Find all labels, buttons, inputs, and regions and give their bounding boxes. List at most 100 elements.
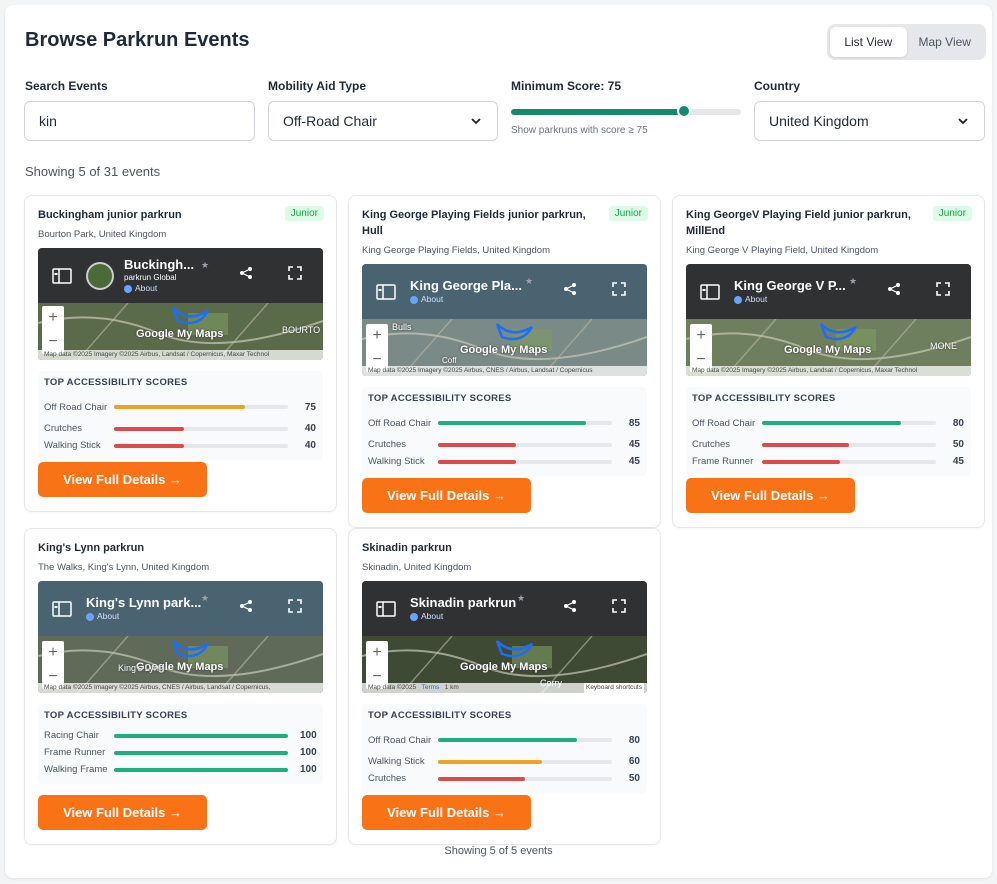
junior-badge: Junior: [608, 206, 648, 221]
info-icon: [86, 612, 94, 621]
score-bar-fill: [438, 776, 525, 781]
map-header: King George Pla... About ★: [362, 264, 647, 319]
map-about-label: About: [135, 283, 158, 293]
map-attribution-text: Map data ©2025 Imagery ©2025 Airbus, CNE…: [44, 684, 271, 691]
share-icon[interactable]: [887, 282, 901, 296]
embedded-map[interactable]: King George V P... About ★ + − Google My …: [686, 264, 971, 376]
embedded-map[interactable]: Buckingh... parkrun Global About ★ + − Goo…: [38, 248, 323, 360]
zoom-in-button[interactable]: +: [372, 644, 381, 662]
event-name: Skinadin parkrun: [362, 542, 452, 554]
event-card: Skinadin parkrun Skinadin, United Kingdom…: [348, 528, 661, 845]
map-place-label: Bulls: [392, 322, 412, 332]
score-bar: [438, 759, 612, 764]
score-bar: [114, 767, 288, 772]
event-name: King GeorgeV Playing Field junior parkru…: [686, 209, 911, 237]
accessibility-scores: TOP ACCESSIBILITY SCORES Racing Chair 10…: [38, 704, 323, 784]
share-icon[interactable]: [563, 282, 577, 296]
share-icon[interactable]: [239, 266, 253, 280]
embedded-map[interactable]: King George Pla... About ★ + − Google My …: [362, 264, 647, 376]
star-icon[interactable]: ★: [201, 593, 209, 604]
score-value: 45: [628, 439, 640, 450]
embedded-map[interactable]: Skinadin parkrun About ★ + − Google My Ma…: [362, 581, 647, 693]
score-slider[interactable]: [511, 104, 741, 118]
embedded-map[interactable]: King's Lynn park... About ★ + − Google My…: [38, 581, 323, 693]
country-select[interactable]: United Kingdom: [754, 101, 985, 141]
score-value: 100: [300, 764, 317, 775]
view-full-details-button[interactable]: View Full Details →: [362, 478, 531, 513]
google-my-maps-logo: Google My Maps: [784, 344, 872, 356]
score-name: Off Road Chair: [692, 417, 756, 429]
search-input[interactable]: kin: [24, 101, 255, 141]
score-bar-fill: [114, 443, 184, 448]
map-about-link[interactable]: About: [124, 283, 194, 294]
score-row: Off Road Chair 80: [692, 410, 965, 436]
fullscreen-icon[interactable]: [288, 599, 302, 613]
map-subtitle: parkrun Global: [124, 273, 177, 282]
google-my-maps-logo: Google My Maps: [460, 344, 548, 356]
map-about-link[interactable]: About: [86, 611, 201, 622]
score-name: Frame Runner: [44, 747, 106, 758]
sidebar-toggle-icon[interactable]: [376, 600, 396, 617]
map-terms-link[interactable]: Terms: [422, 684, 440, 691]
list-view-button[interactable]: List View: [830, 27, 907, 57]
view-full-details-button[interactable]: View Full Details →: [38, 462, 207, 497]
sidebar-toggle-icon[interactable]: [700, 283, 720, 300]
map-place-label: BOURTO: [282, 325, 321, 335]
score-name: Frame Runner: [692, 456, 754, 467]
fullscreen-icon[interactable]: [612, 599, 626, 613]
sidebar-toggle-icon[interactable]: [52, 267, 72, 284]
share-icon[interactable]: [563, 599, 577, 613]
score-slider-thumb[interactable]: [676, 104, 691, 118]
fullscreen-icon[interactable]: [612, 282, 626, 296]
zoom-in-button[interactable]: +: [372, 327, 381, 345]
map-attribution-text: Map data ©2025 Imagery ©2025 Airbus, Lan…: [692, 367, 918, 374]
page-title: Browse Parkrun Events: [25, 29, 250, 51]
junior-badge: Junior: [932, 206, 972, 221]
star-icon[interactable]: ★: [201, 260, 209, 271]
fullscreen-icon[interactable]: [288, 266, 302, 280]
score-value: 45: [628, 456, 640, 467]
map-title: King's Lynn park...: [86, 595, 202, 610]
sidebar-toggle-icon[interactable]: [52, 600, 72, 617]
view-full-details-button[interactable]: View Full Details →: [362, 795, 531, 830]
score-name: Walking Stick: [368, 456, 425, 467]
accessibility-scores: TOP ACCESSIBILITY SCORES Off Road Chair …: [686, 387, 971, 476]
zoom-in-button[interactable]: +: [48, 644, 57, 662]
star-icon[interactable]: ★: [517, 593, 525, 604]
star-icon[interactable]: ★: [849, 276, 857, 287]
zoom-in-button[interactable]: +: [696, 327, 705, 345]
score-value: 40: [304, 440, 316, 451]
score-bar-fill: [438, 421, 586, 425]
score-bar: [762, 459, 936, 464]
keyboard-shortcuts-link[interactable]: Keyboard shortcuts: [583, 683, 644, 693]
view-full-details-button[interactable]: View Full Details →: [38, 795, 207, 830]
score-bar-fill: [114, 405, 245, 409]
map-about-link[interactable]: About: [734, 294, 846, 305]
fullscreen-icon[interactable]: [936, 282, 950, 296]
map-view-button[interactable]: Map View: [907, 27, 984, 57]
map-about-label: About: [421, 294, 444, 304]
browse-panel: Browse Parkrun Events List View Map View…: [5, 5, 992, 878]
score-value: 80: [628, 734, 640, 746]
map-header: King George V P... About ★: [686, 264, 971, 319]
accessibility-scores: TOP ACCESSIBILITY SCORES Off Road Chair …: [362, 387, 647, 476]
star-icon[interactable]: ★: [525, 276, 533, 287]
view-full-details-button[interactable]: View Full Details →: [686, 478, 855, 513]
score-value: 75: [304, 401, 316, 413]
map-avatar: [86, 261, 114, 290]
score-row: Crutches 45: [368, 436, 641, 453]
share-icon[interactable]: [239, 599, 253, 613]
mobility-select[interactable]: Off-Road Chair: [268, 101, 498, 141]
sidebar-toggle-icon[interactable]: [376, 283, 396, 300]
zoom-out-button[interactable]: −: [48, 333, 57, 351]
map-place-label-secondary: Coff: [442, 356, 457, 365]
accessibility-scores: TOP ACCESSIBILITY SCORES Off Road Chair …: [38, 371, 323, 460]
zoom-in-button[interactable]: +: [48, 309, 57, 327]
score-value: 60: [628, 756, 640, 767]
map-about-link[interactable]: About: [410, 294, 522, 305]
map-zoom-controls: + −: [690, 324, 712, 372]
country-select-value: United Kingdom: [769, 113, 869, 129]
map-about-label: About: [421, 611, 444, 621]
map-about-link[interactable]: About: [410, 611, 516, 622]
score-name: Crutches: [368, 773, 407, 784]
